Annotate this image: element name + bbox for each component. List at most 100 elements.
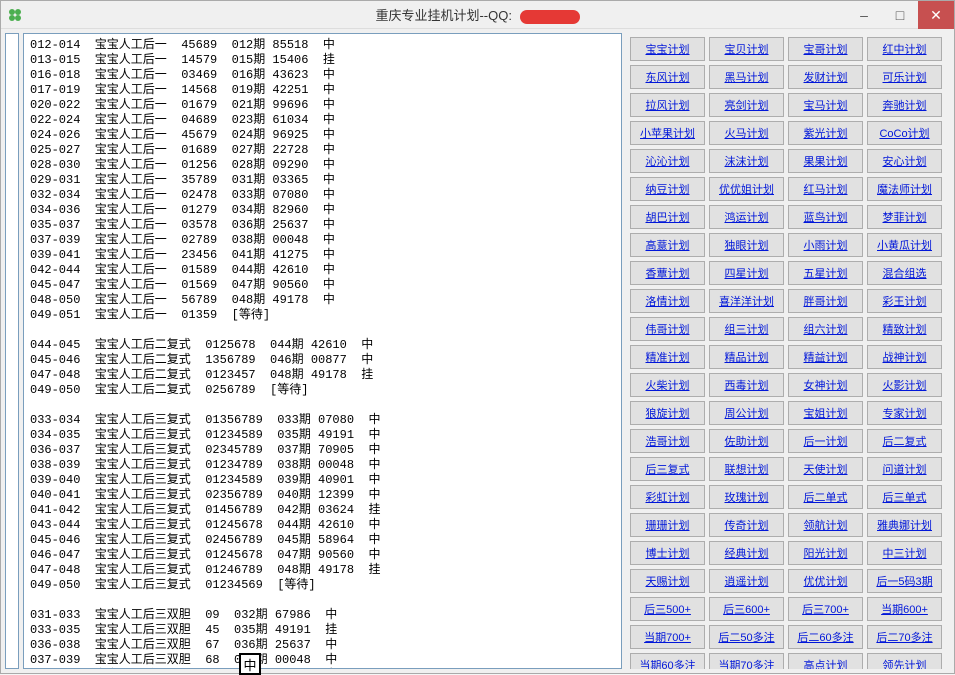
plan-button[interactable]: CoCo计划: [867, 121, 942, 145]
plan-button[interactable]: 专家计划: [867, 401, 942, 425]
plan-button[interactable]: 纳豆计划: [630, 177, 705, 201]
plan-button[interactable]: 高点计划: [788, 653, 863, 669]
plan-button[interactable]: 佐助计划: [709, 429, 784, 453]
plan-button[interactable]: 安心计划: [867, 149, 942, 173]
plan-button[interactable]: 沫沫计划: [709, 149, 784, 173]
plan-button[interactable]: 发财计划: [788, 65, 863, 89]
title-text: 重庆专业挂机计划--QQ:: [375, 8, 512, 23]
plan-button[interactable]: 胡巴计划: [630, 205, 705, 229]
plan-button[interactable]: 宝贝计划: [709, 37, 784, 61]
plan-button[interactable]: 小黄瓜计划: [867, 233, 942, 257]
plan-button[interactable]: 后三单式: [867, 485, 942, 509]
plan-button[interactable]: 后二50多注: [709, 625, 784, 649]
plan-button[interactable]: 当期600+: [867, 597, 942, 621]
plan-button[interactable]: 火马计划: [709, 121, 784, 145]
plan-button[interactable]: 西毒计划: [709, 373, 784, 397]
plan-button[interactable]: 组六计划: [788, 317, 863, 341]
plan-button[interactable]: 领先计划: [867, 653, 942, 669]
plan-button[interactable]: 沁沁计划: [630, 149, 705, 173]
plan-button[interactable]: 可乐计划: [867, 65, 942, 89]
plan-button[interactable]: 小雨计划: [788, 233, 863, 257]
plan-button[interactable]: 宝宝计划: [630, 37, 705, 61]
plan-button[interactable]: 经典计划: [709, 541, 784, 565]
plan-button[interactable]: 当期70多注: [709, 653, 784, 669]
plan-button[interactable]: 问道计划: [867, 457, 942, 481]
right-panel: 宝宝计划宝贝计划宝哥计划红中计划东风计划黑马计划发财计划可乐计划拉风计划亮剑计划…: [626, 33, 950, 669]
plan-button[interactable]: 后三600+: [709, 597, 784, 621]
plan-button[interactable]: 精益计划: [788, 345, 863, 369]
plan-button[interactable]: 天赐计划: [630, 569, 705, 593]
plan-button[interactable]: 小苹果计划: [630, 121, 705, 145]
log-output[interactable]: 012-014 宝宝人工后一 45689 012期 85518 中 013-01…: [23, 33, 622, 669]
plan-button[interactable]: 当期700+: [630, 625, 705, 649]
plan-button[interactable]: 组三计划: [709, 317, 784, 341]
plan-button[interactable]: 东风计划: [630, 65, 705, 89]
plan-button[interactable]: 天使计划: [788, 457, 863, 481]
plan-button[interactable]: 珊珊计划: [630, 513, 705, 537]
plan-button[interactable]: 玫瑰计划: [709, 485, 784, 509]
plan-button[interactable]: 宝姐计划: [788, 401, 863, 425]
plan-button[interactable]: 后三500+: [630, 597, 705, 621]
left-panel: 012-014 宝宝人工后一 45689 012期 85518 中 013-01…: [5, 33, 622, 669]
plan-button[interactable]: 胖哥计划: [788, 289, 863, 313]
plan-button[interactable]: 领航计划: [788, 513, 863, 537]
plan-button[interactable]: 高薏计划: [630, 233, 705, 257]
plan-button[interactable]: 果果计划: [788, 149, 863, 173]
plan-button[interactable]: 阳光计划: [788, 541, 863, 565]
plan-button[interactable]: 后三复式: [630, 457, 705, 481]
plan-button[interactable]: 火影计划: [867, 373, 942, 397]
plan-button[interactable]: 精准计划: [630, 345, 705, 369]
plan-button[interactable]: 联想计划: [709, 457, 784, 481]
plan-button[interactable]: 浩哥计划: [630, 429, 705, 453]
plan-button[interactable]: 后一5码3期: [867, 569, 942, 593]
plan-button[interactable]: 五星计划: [788, 261, 863, 285]
plan-button[interactable]: 逍遥计划: [709, 569, 784, 593]
plan-button[interactable]: 战神计划: [867, 345, 942, 369]
plan-button[interactable]: 精致计划: [867, 317, 942, 341]
side-strip: [5, 33, 19, 669]
minimize-button[interactable]: –: [846, 1, 882, 29]
plan-button[interactable]: 后二复式: [867, 429, 942, 453]
plan-button[interactable]: 魔法师计划: [867, 177, 942, 201]
plan-button[interactable]: 彩虹计划: [630, 485, 705, 509]
plan-button[interactable]: 当期60多注: [630, 653, 705, 669]
plan-button[interactable]: 蓝鸟计划: [788, 205, 863, 229]
plan-button[interactable]: 奔驰计划: [867, 93, 942, 117]
plan-button[interactable]: 周公计划: [709, 401, 784, 425]
plan-button[interactable]: 后二60多注: [788, 625, 863, 649]
plan-button[interactable]: 鸿运计划: [709, 205, 784, 229]
plan-button[interactable]: 宝马计划: [788, 93, 863, 117]
close-button[interactable]: ✕: [918, 1, 954, 29]
plan-button[interactable]: 后二70多注: [867, 625, 942, 649]
maximize-button[interactable]: □: [882, 1, 918, 29]
plan-button[interactable]: 博士计划: [630, 541, 705, 565]
plan-button[interactable]: 梦菲计划: [867, 205, 942, 229]
plan-button[interactable]: 香蕈计划: [630, 261, 705, 285]
plan-button[interactable]: 红中计划: [867, 37, 942, 61]
plan-button[interactable]: 后二单式: [788, 485, 863, 509]
plan-button[interactable]: 拉风计划: [630, 93, 705, 117]
plan-button[interactable]: 四星计划: [709, 261, 784, 285]
plan-button[interactable]: 红马计划: [788, 177, 863, 201]
plan-button[interactable]: 雅典娜计划: [867, 513, 942, 537]
plan-button[interactable]: 亮剑计划: [709, 93, 784, 117]
plan-button[interactable]: 优优姐计划: [709, 177, 784, 201]
plan-button[interactable]: 黑马计划: [709, 65, 784, 89]
plan-button[interactable]: 火柴计划: [630, 373, 705, 397]
plan-button[interactable]: 狼旋计划: [630, 401, 705, 425]
plan-button[interactable]: 后一计划: [788, 429, 863, 453]
plan-button[interactable]: 传奇计划: [709, 513, 784, 537]
plan-button[interactable]: 后三700+: [788, 597, 863, 621]
plan-button[interactable]: 中三计划: [867, 541, 942, 565]
plan-button[interactable]: 精品计划: [709, 345, 784, 369]
plan-button[interactable]: 喜洋洋计划: [709, 289, 784, 313]
plan-button[interactable]: 紫光计划: [788, 121, 863, 145]
plan-button[interactable]: 伟哥计划: [630, 317, 705, 341]
plan-button[interactable]: 优优计划: [788, 569, 863, 593]
plan-button[interactable]: 洛情计划: [630, 289, 705, 313]
plan-button[interactable]: 女神计划: [788, 373, 863, 397]
plan-button[interactable]: 宝哥计划: [788, 37, 863, 61]
plan-button[interactable]: 彩王计划: [867, 289, 942, 313]
plan-button[interactable]: 独眼计划: [709, 233, 784, 257]
plan-button[interactable]: 混合组选: [867, 261, 942, 285]
